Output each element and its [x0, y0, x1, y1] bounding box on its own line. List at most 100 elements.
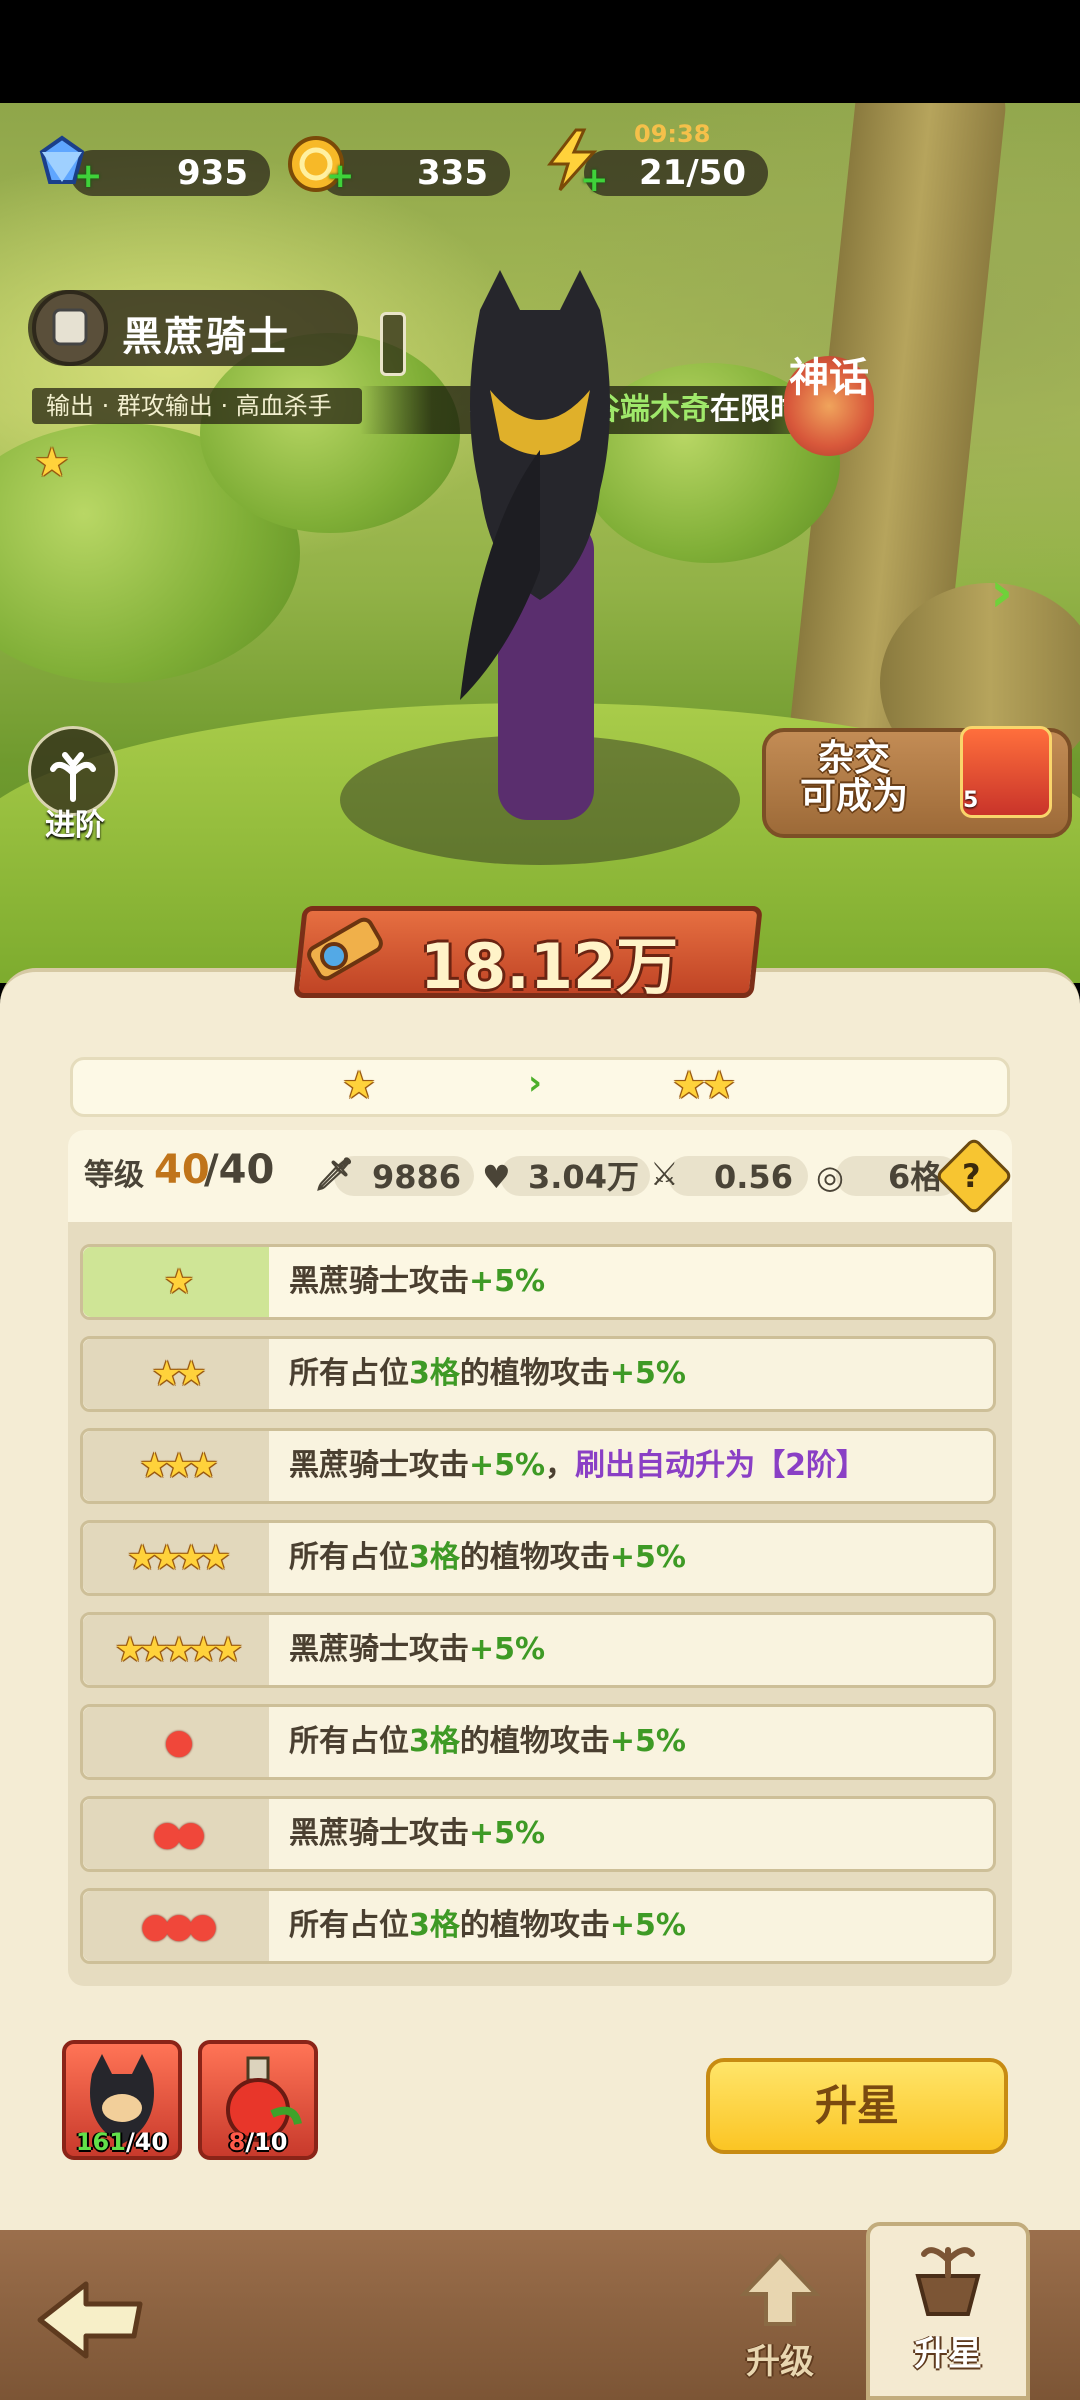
description-segment: 黑蔗骑士攻击	[289, 1448, 469, 1483]
add-coin-icon[interactable]: +	[326, 156, 355, 196]
description-segment: +5%	[609, 1908, 686, 1943]
description-segment: 黑蔗骑士攻击	[289, 1264, 469, 1299]
star-bonus-row: ★★★★ 所有占位3格的植物攻击+5%	[80, 1520, 996, 1596]
energy-counter[interactable]: 21/50	[584, 150, 768, 196]
combat-power-value: 18.12万	[420, 930, 679, 1003]
hero-tags: 输出 · 群攻输出 · 高血杀手	[32, 388, 362, 424]
description-segment: ，	[545, 1448, 576, 1483]
description-segment: 所有占位	[289, 1540, 409, 1575]
star-level-icons: ★★	[151, 1354, 207, 1394]
star-bonus-row: ●●● 所有占位3格的植物攻击+5%	[80, 1888, 996, 1964]
black-cane-knight-character	[460, 270, 610, 820]
description-segment: +5%	[469, 1632, 546, 1667]
star-bonus-description: 黑蔗骑士攻击+5%	[289, 1247, 545, 1317]
sword-power-icon	[307, 917, 383, 981]
attack-speed-value: 0.56	[714, 1158, 793, 1196]
description-segment: 3格	[409, 1908, 460, 1943]
description-segment: 刷出自动升为【2阶】	[575, 1448, 866, 1483]
description-segment: 所有占位	[289, 1356, 409, 1391]
description-segment: 所有占位	[289, 1724, 409, 1759]
nav-star-up-label: 升星	[914, 2334, 982, 2374]
crossbreed-line1: 杂交	[818, 738, 891, 779]
level-max: /40	[204, 1147, 275, 1193]
star-level-icons: ★★★★★	[114, 1630, 243, 1670]
description-segment: 的植物攻击	[459, 1724, 610, 1759]
star-bonus-row: ★★★ 黑蔗骑士攻击+5%，刷出自动升为【2阶】	[80, 1428, 996, 1504]
description-segment: +5%	[469, 1264, 546, 1299]
hp-value: 3.04万	[528, 1158, 639, 1196]
flame-level-icons: ●●	[152, 1814, 205, 1854]
add-energy-icon[interactable]: +	[580, 160, 609, 200]
hero-shard-need: /40	[125, 2128, 169, 2156]
crossbreed-hero-avatar[interactable]: 5	[960, 726, 1052, 818]
potion-material[interactable]: 8/10	[198, 2040, 318, 2160]
grid-value: 6格	[888, 1158, 943, 1196]
diamond-count: 935	[177, 153, 248, 193]
description-segment: 黑蔗骑士攻击	[289, 1632, 469, 1667]
level-label: 等级	[84, 1158, 144, 1193]
flame-level-icons: ●	[164, 1722, 194, 1762]
description-segment: 的植物攻击	[459, 1908, 610, 1943]
description-segment: +5%	[469, 1448, 546, 1483]
attack-value: 9886	[372, 1158, 462, 1196]
description-segment: +5%	[609, 1540, 686, 1575]
star-bonus-row: ● 所有占位3格的植物攻击+5%	[80, 1704, 996, 1780]
potion-need: /10	[245, 2128, 288, 2156]
shield-icon	[52, 308, 88, 346]
description-segment: 3格	[409, 1724, 460, 1759]
myth-rarity-badge: 神话	[784, 356, 874, 456]
status-bar	[0, 0, 1080, 103]
potion-have: 8	[228, 2128, 246, 2156]
crossbreed-line2: 可成为	[800, 776, 909, 817]
star-bonus-description: 所有占位3格的植物攻击+5%	[289, 1891, 686, 1961]
star-bonus-description: 黑蔗骑士攻击+5%，刷出自动升为【2阶】	[289, 1431, 866, 1501]
flame-level-icons: ●●●	[140, 1906, 217, 1946]
star-level-icons: ★★★★	[127, 1538, 231, 1578]
attack-icon: 🗡	[314, 1155, 355, 1193]
star-bonus-description: 黑蔗骑士攻击+5%	[289, 1799, 545, 1869]
hero-shard-have: 161	[75, 2128, 126, 2156]
star-bonus-row: ★★★★★ 黑蔗骑士攻击+5%	[80, 1612, 996, 1688]
hero-menu-button[interactable]	[380, 312, 406, 376]
description-segment: 3格	[409, 1356, 460, 1391]
heart-icon: ♥	[482, 1158, 511, 1196]
description-segment: 3格	[409, 1540, 460, 1575]
nav-level-up[interactable]: 升级	[730, 2250, 830, 2400]
star-bonus-description: 所有占位3格的植物攻击+5%	[289, 1707, 686, 1777]
help-icon: ?	[962, 1157, 981, 1195]
target-icon: ◎	[816, 1158, 844, 1196]
star-bonus-row: ●● 黑蔗骑士攻击+5%	[80, 1796, 996, 1872]
star-bonus-description: 所有占位3格的植物攻击+5%	[289, 1523, 686, 1593]
hero-name: 黑蔗骑士	[122, 314, 290, 360]
star-up-button[interactable]: 升星	[706, 2058, 1008, 2154]
star-level-icons: ★★★	[139, 1446, 218, 1486]
energy-count: 21/50	[638, 153, 746, 193]
star-level-icons: ★	[163, 1262, 194, 1302]
hero-star-rating: ★	[34, 440, 70, 486]
add-diamond-icon[interactable]: +	[74, 156, 103, 196]
star-bonus-description: 黑蔗骑士攻击+5%	[289, 1615, 545, 1685]
attack-speed-icon: ⚔	[650, 1155, 679, 1193]
crossbreed-avatar-level: 5	[963, 788, 979, 813]
hero-class-icon	[32, 290, 108, 366]
next-star-level: ★★	[672, 1063, 736, 1107]
potion-count: 8/10	[202, 2128, 314, 2156]
next-hero-arrow-icon[interactable]: ›	[990, 560, 1030, 625]
level-up-icon	[739, 2253, 821, 2326]
description-segment: 所有占位	[289, 1908, 409, 1943]
star-bonus-description: 所有占位3格的植物攻击+5%	[289, 1339, 686, 1409]
description-segment: 黑蔗骑士攻击	[289, 1816, 469, 1851]
pot-sprout-icon	[915, 2247, 981, 2316]
back-arrow-icon[interactable]	[30, 2270, 150, 2370]
current-star-level: ★	[342, 1063, 377, 1107]
arrow-right-icon: ›	[528, 1063, 543, 1103]
nav-level-up-label: 升级	[746, 2342, 814, 2382]
description-segment: 的植物攻击	[459, 1540, 610, 1575]
description-segment: +5%	[609, 1356, 686, 1391]
advance-label: 进阶	[45, 808, 105, 843]
hero-shard-material[interactable]: 161/40	[62, 2040, 182, 2160]
coin-count: 335	[417, 153, 488, 193]
description-segment: +5%	[609, 1724, 686, 1759]
star-bonus-row: ★ 黑蔗骑士攻击+5%	[80, 1244, 996, 1320]
nav-star-up[interactable]: 升星	[866, 2222, 1030, 2400]
